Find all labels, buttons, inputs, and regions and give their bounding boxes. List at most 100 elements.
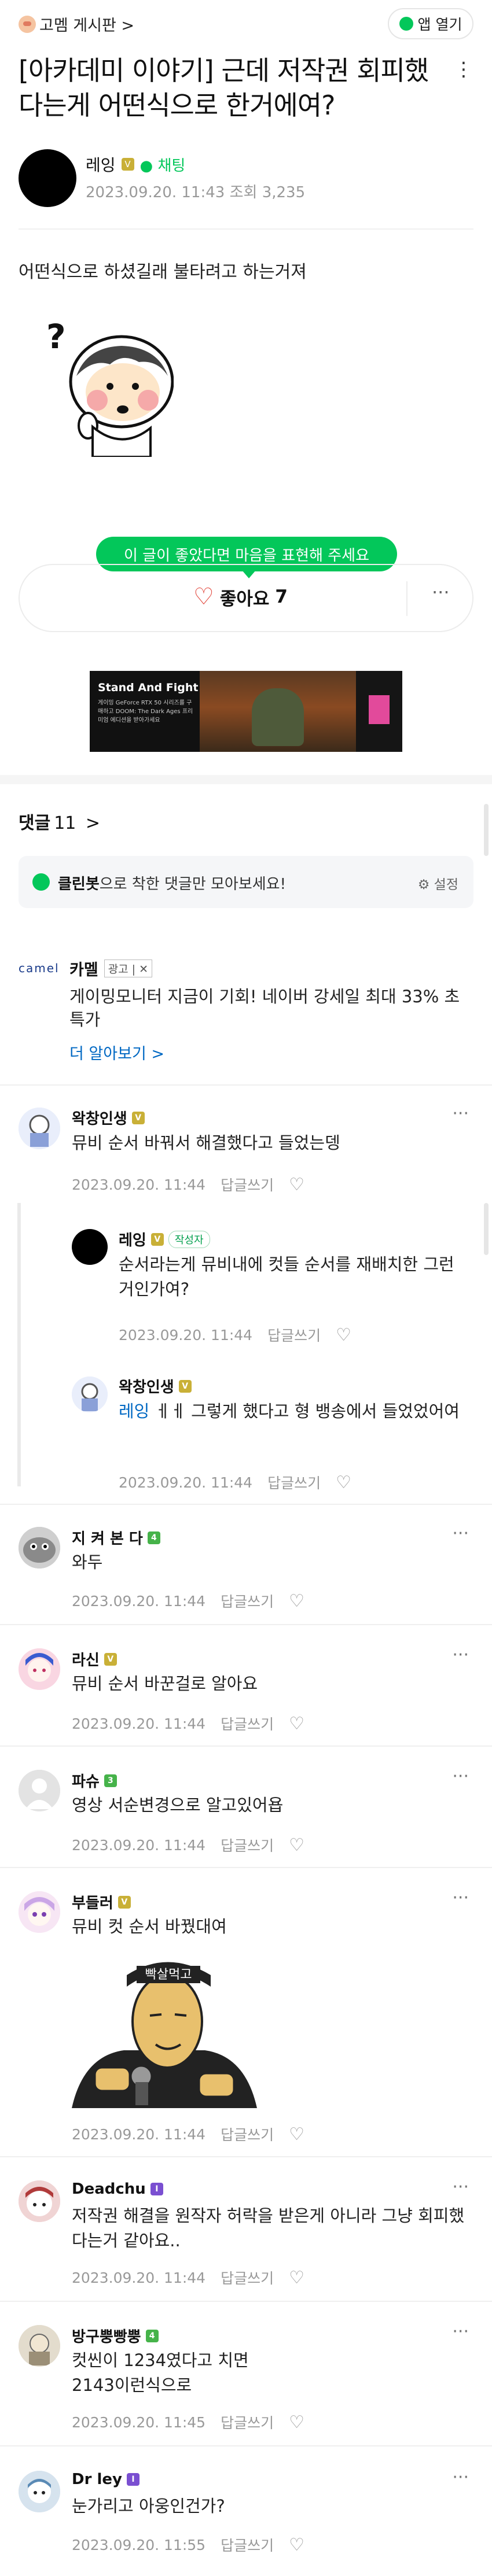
comment-heart-icon[interactable]: ♡ (289, 1175, 304, 1195)
chat-link[interactable]: ● 채팅 (140, 154, 186, 175)
reply-button[interactable]: 답글쓰기 (221, 1713, 274, 1734)
commenter-avatar[interactable] (19, 2471, 60, 2512)
divider (0, 1867, 492, 1868)
divider (0, 1084, 492, 1086)
comment-heart-icon[interactable]: ♡ (289, 1714, 304, 1734)
ad-banner[interactable]: Stand And Fight 게이밍 GeForce RTX 50 시리즈를 … (90, 671, 402, 752)
comment-meta: 2023.09.20. 11:44 답글쓰기 ♡ (72, 1835, 304, 1855)
comment-heart-icon[interactable]: ♡ (336, 1325, 351, 1345)
cleanbot-brand: 클린봇 (58, 876, 100, 893)
comment-heart-icon[interactable]: ♡ (289, 2535, 304, 2555)
ad2-learn-more-link[interactable]: 더 알아보기 > (69, 1041, 164, 1064)
chevron-right-icon: > (85, 813, 100, 833)
chat-label: 채팅 (157, 157, 186, 175)
comment-text-body: ㅔㅔ 그렇게 했다고 형 뱅송에서 들었었어여 (149, 1401, 460, 1421)
comment-more-icon[interactable]: ··· (452, 2177, 469, 2197)
comment-author[interactable]: 레잉 V 작성자 (119, 1228, 210, 1250)
level-badge: 4 (145, 2329, 159, 2342)
comment-time: 2023.09.20. 11:44 (72, 1836, 206, 1854)
comment-time: 2023.09.20. 11:44 (119, 1326, 253, 1344)
level-badge: 4 (147, 1531, 160, 1544)
divider (0, 1504, 492, 1505)
comments-header[interactable]: 댓글 11 > (19, 809, 100, 834)
comment-text: 와두 (72, 1552, 103, 1572)
reply-button[interactable]: 답글쓰기 (221, 1835, 274, 1855)
top-bar: 고멤 게시판 > 앱 열기 (0, 0, 492, 46)
comment-more-icon[interactable]: ··· (452, 1645, 469, 1665)
comment-heart-icon[interactable]: ♡ (289, 1591, 304, 1611)
like-button[interactable]: ♡ 좋아요 7 (193, 584, 288, 610)
comment-author[interactable]: Dr ley I (72, 2471, 139, 2488)
commenter-avatar[interactable] (19, 2325, 60, 2367)
comment-heart-icon[interactable]: ♡ (289, 2412, 304, 2433)
comment-text: 뮤비 순서 바꾼걸로 알아요 (72, 1674, 258, 1693)
comment-author[interactable]: 라신 V (72, 1648, 117, 1670)
reply-button[interactable]: 답글쓰기 (267, 1472, 321, 1493)
open-app-button[interactable]: 앱 열기 (388, 8, 473, 39)
reply-thread-bar (17, 1203, 21, 1486)
comment-mention[interactable]: 레잉 (119, 1401, 149, 1421)
comment-time: 2023.09.20. 11:44 (72, 1592, 206, 1610)
comment-author[interactable]: 파슈 3 (72, 1770, 117, 1791)
commenter-avatar[interactable] (19, 2180, 60, 2222)
reply-button[interactable]: 답글쓰기 (221, 2534, 274, 2555)
comment-text: 뮤비 컷 순서 바꿨대여 (72, 1917, 227, 1936)
cleanbot-bar[interactable]: 클린봇으로 착한 댓글만 모아보세요! ⚙ 설정 (19, 856, 473, 908)
comment-more-icon[interactable]: ··· (452, 1888, 469, 1908)
level-badge: V (104, 1652, 117, 1666)
reply-button[interactable]: 답글쓰기 (221, 1590, 274, 1611)
commenter-avatar[interactable] (19, 1108, 60, 1149)
comment-more-icon[interactable]: ··· (452, 1523, 469, 1544)
like-more-icon[interactable]: ··· (432, 581, 450, 603)
comment-author-name: Deadchu (72, 2180, 146, 2198)
comment-author[interactable]: 왁창인생 V (72, 1107, 145, 1128)
level-badge: V (131, 1111, 145, 1124)
reply-button[interactable]: 답글쓰기 (267, 1324, 321, 1345)
reply-button[interactable]: 답글쓰기 (221, 1174, 274, 1195)
post-body-text: 어떤식으로 하셨길래 불타려고 하는거져 (19, 262, 307, 282)
commenter-avatar[interactable] (72, 1376, 108, 1412)
like-separator (406, 581, 407, 616)
comment-more-icon[interactable]: ··· (452, 1104, 469, 1124)
commenter-avatar[interactable] (19, 1770, 60, 1811)
comment-text: 뮤비 순서 바꿔서 해결했다고 들었는뎅 (72, 1133, 340, 1153)
commenter-avatar[interactable] (72, 1229, 108, 1265)
ad2-text[interactable]: 게이밍모니터 지금이 기회! 네이버 강세일 최대 33% 초특가 (69, 985, 469, 1031)
scroll-indicator (484, 1203, 489, 1255)
ad-tag-close[interactable]: 광고 | ✕ (104, 959, 153, 977)
comment-text: 레잉 ㅔㅔ 그렇게 했다고 형 뱅송에서 들었었어여 (119, 1399, 478, 1424)
comment-heart-icon[interactable]: ♡ (289, 2268, 304, 2288)
comment-heart-icon[interactable]: ♡ (289, 1835, 304, 1855)
commenter-avatar[interactable] (19, 1527, 60, 1569)
comment-author[interactable]: 지 켜 본 다 4 (72, 1527, 160, 1548)
comment-author[interactable]: Deadchu I (72, 2180, 163, 2198)
ad-subtitle: 게이밍 GeForce RTX 50 시리즈를 구매하고 DOOM: The D… (98, 700, 193, 724)
comment-more-icon[interactable]: ··· (452, 1766, 469, 1787)
comment-author[interactable]: 부들러 V (72, 1891, 131, 1913)
cafe-board-link[interactable]: 고멤 게시판 > (19, 13, 134, 35)
comment-more-icon[interactable]: ··· (452, 2467, 469, 2488)
comment-heart-icon[interactable]: ♡ (289, 2124, 304, 2145)
cleanbot-settings[interactable]: ⚙ 설정 (418, 873, 458, 893)
reply-button[interactable]: 답글쓰기 (221, 2412, 274, 2433)
comment-meta: 2023.09.20. 11:44 답글쓰기 ♡ (72, 1174, 304, 1195)
comment-meta: 2023.09.20. 11:45 답글쓰기 ♡ (72, 2412, 304, 2433)
writer-badge: 작성자 (168, 1230, 210, 1248)
ad-brand-logo (369, 695, 390, 724)
comment-heart-icon[interactable]: ♡ (336, 1472, 351, 1493)
comment-author[interactable]: 방구뿡빵뿡 4 (72, 2325, 159, 2346)
scroll-indicator (484, 804, 489, 856)
author-name[interactable]: 레잉 (86, 153, 116, 176)
post-more-icon[interactable]: ⋮ (454, 58, 473, 81)
author-avatar[interactable] (19, 149, 76, 207)
comment-more-icon[interactable]: ··· (452, 2322, 469, 2342)
comment-author[interactable]: 왁창인생 V (119, 1375, 192, 1397)
open-app-label: 앱 열기 (417, 16, 462, 33)
commenter-avatar[interactable] (19, 1891, 60, 1933)
comment-meta: 2023.09.20. 11:44 답글쓰기 ♡ (72, 1713, 304, 1734)
reply-button[interactable]: 답글쓰기 (221, 2267, 274, 2288)
reply-button[interactable]: 답글쓰기 (221, 2124, 274, 2145)
level-badge: V (178, 1379, 192, 1393)
level-badge: V (150, 1232, 164, 1246)
commenter-avatar[interactable] (19, 1648, 60, 1690)
